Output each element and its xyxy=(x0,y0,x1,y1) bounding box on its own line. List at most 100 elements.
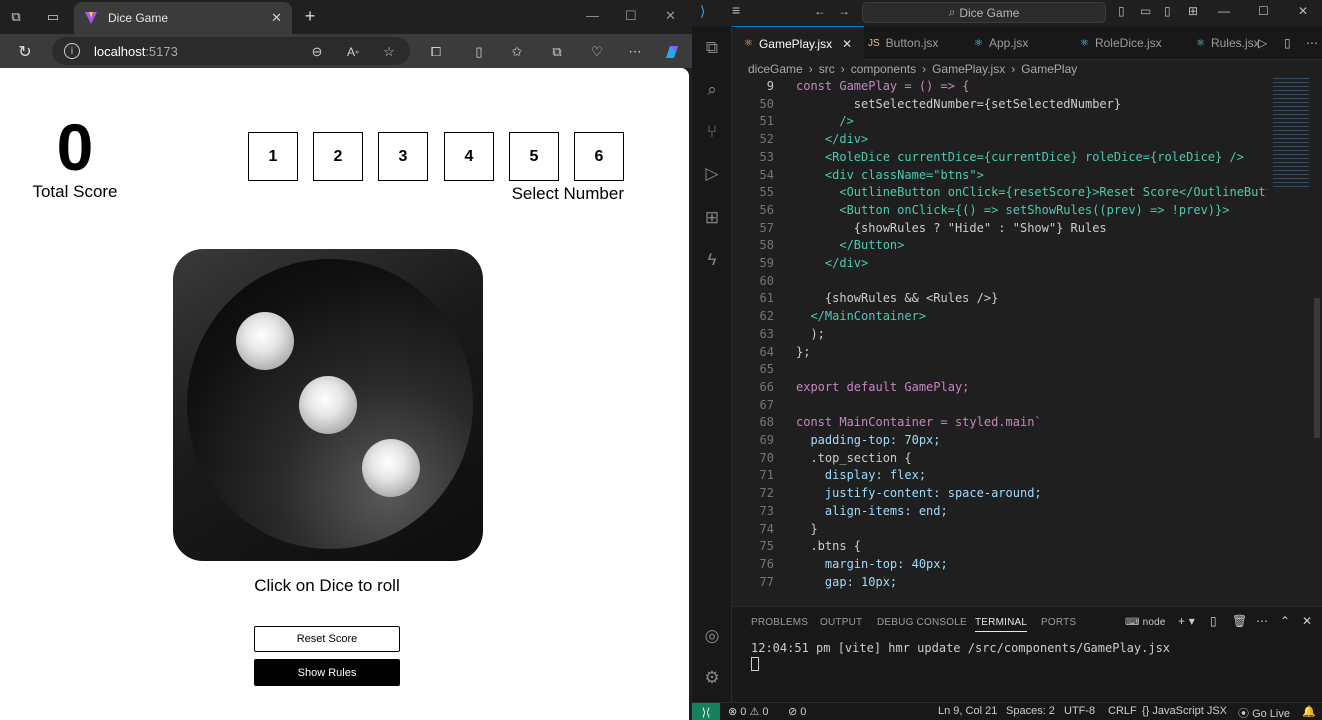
breadcrumb-item[interactable]: src xyxy=(819,62,835,76)
code-line[interactable]: } xyxy=(796,522,817,536)
code-line[interactable]: const GamePlay = () => { xyxy=(796,79,969,93)
workspaces-icon[interactable]: ⧉ xyxy=(7,8,25,26)
run-icon[interactable]: ▷ xyxy=(1258,36,1267,50)
minimap[interactable] xyxy=(1267,78,1322,606)
new-terminal-icon[interactable]: + ▾ xyxy=(1178,614,1195,628)
toggle-secondary-sidebar-icon[interactable]: ▯ xyxy=(1164,4,1171,18)
go-live-button[interactable]: ⦿ Go Live xyxy=(1238,705,1290,720)
customize-layout-icon[interactable]: ⊞ xyxy=(1188,4,1198,18)
more-menu-icon[interactable]: ⋯ xyxy=(626,43,644,61)
code-line[interactable]: gap: 10px; xyxy=(796,575,897,589)
copilot-icon[interactable] xyxy=(663,43,681,61)
panel-tab-debug-console[interactable]: DEBUG CONSOLE xyxy=(877,617,967,628)
panel-more-icon[interactable]: ⋯ xyxy=(1256,614,1268,628)
code-line[interactable]: /> xyxy=(796,114,853,128)
command-center-search[interactable]: ⌕ Dice Game xyxy=(862,2,1106,23)
split-terminal-icon[interactable]: ▯ xyxy=(1210,614,1217,628)
toggle-panel-icon[interactable]: ▭ xyxy=(1140,4,1151,18)
code-line[interactable]: </Button> xyxy=(796,238,904,252)
search-view-icon[interactable]: ⌕ xyxy=(700,78,724,102)
forward-arrow-icon[interactable]: → xyxy=(838,4,850,18)
tab-actions-icon[interactable]: ▭ xyxy=(44,8,62,26)
code-line[interactable]: <div className="btns"> xyxy=(796,168,984,182)
code-line[interactable]: margin-top: 40px; xyxy=(796,557,948,571)
explorer-icon[interactable]: ⧉ xyxy=(700,36,724,60)
number-box-2[interactable]: 2 xyxy=(313,132,363,181)
browser-tab-dice-game[interactable]: Dice Game ✕ xyxy=(74,2,292,34)
source-control-icon[interactable]: ⑂ xyxy=(700,120,724,144)
code-line[interactable]: {showRules ? "Hide" : "Show"} Rules xyxy=(796,221,1107,235)
language-mode[interactable]: {} JavaScript JSX xyxy=(1142,705,1227,717)
split-editor-icon[interactable]: ▯ xyxy=(1284,36,1291,50)
favorites-icon[interactable]: ✩ xyxy=(508,43,526,61)
number-box-3[interactable]: 3 xyxy=(378,132,428,181)
code-line[interactable]: ); xyxy=(796,327,824,341)
code-line[interactable]: .top_section { xyxy=(796,451,911,465)
extensions-view-icon[interactable]: ⊞ xyxy=(700,206,724,230)
number-box-1[interactable]: 1 xyxy=(248,132,298,181)
number-box-4[interactable]: 4 xyxy=(444,132,494,181)
indentation-status[interactable]: Spaces: 2 xyxy=(1006,705,1055,717)
collections-icon[interactable]: ⧉ xyxy=(548,43,566,61)
code-editor[interactable]: 9 const GamePlay = () => {50 setSelectedN… xyxy=(732,78,1307,606)
code-line[interactable]: {showRules && <Rules />} xyxy=(796,291,998,305)
minimize-icon[interactable]: — xyxy=(586,8,599,23)
vscode-maximize-icon[interactable]: ☐ xyxy=(1258,4,1269,18)
more-actions-icon[interactable]: ⋯ xyxy=(1306,36,1318,50)
code-line[interactable]: </MainContainer> xyxy=(796,309,926,323)
refresh-icon[interactable]: ↻ xyxy=(16,43,34,61)
read-aloud-icon[interactable]: A» xyxy=(344,43,362,61)
code-line[interactable]: <OutlineButton onClick={resetScore}>Rese… xyxy=(796,185,1294,199)
manage-gear-icon[interactable]: ⚙ xyxy=(700,666,724,690)
breadcrumb-item[interactable]: diceGame xyxy=(748,62,803,76)
close-window-icon[interactable]: ✕ xyxy=(665,8,676,24)
number-box-5[interactable]: 5 xyxy=(509,132,559,181)
back-arrow-icon[interactable]: ← xyxy=(814,4,826,18)
code-line[interactable]: setSelectedNumber={setSelectedNumber} xyxy=(796,97,1121,111)
panel-tab-terminal[interactable]: TERMINAL xyxy=(975,617,1028,632)
breadcrumb-item[interactable]: GamePlay xyxy=(1021,62,1077,76)
run-debug-icon[interactable]: ▷ xyxy=(700,162,724,186)
code-line[interactable]: padding-top: 70px; xyxy=(796,433,940,447)
extensions-icon[interactable]: ⧠ xyxy=(427,43,445,61)
menu-icon[interactable]: ≡ xyxy=(732,2,740,18)
panel-tab-output[interactable]: OUTPUT xyxy=(820,617,862,628)
number-box-6[interactable]: 6 xyxy=(574,132,624,181)
code-line[interactable]: .btns { xyxy=(796,539,861,553)
code-line[interactable]: <RoleDice currentDice={currentDice} role… xyxy=(796,150,1244,164)
eol-status[interactable]: CRLF xyxy=(1108,705,1137,717)
encoding-status[interactable]: UTF-8 xyxy=(1064,705,1095,717)
close-panel-icon[interactable]: ✕ xyxy=(1302,614,1312,628)
maximize-icon[interactable]: ☐ xyxy=(625,8,637,24)
code-line[interactable]: const MainContainer = styled.main` xyxy=(796,415,1042,429)
split-screen-icon[interactable]: ▯ xyxy=(470,43,488,61)
breadcrumb-item[interactable]: components xyxy=(851,62,916,76)
problems-status[interactable]: ⊗ 0 ⚠ 0 xyxy=(728,705,769,718)
tab-roledice-jsx[interactable]: ⚛ RoleDice.jsx xyxy=(1068,26,1174,60)
show-rules-button[interactable]: Show Rules xyxy=(254,659,400,686)
toggle-sidebar-icon[interactable]: ▯ xyxy=(1118,4,1125,18)
close-tab-icon[interactable]: ✕ xyxy=(842,37,852,51)
code-line[interactable]: </div> xyxy=(796,132,868,146)
browser-essentials-icon[interactable]: ♡ xyxy=(588,43,606,61)
maximize-panel-icon[interactable]: ⌃ xyxy=(1280,614,1290,628)
vscode-close-icon[interactable]: ✕ xyxy=(1298,4,1308,18)
panel-tab-problems[interactable]: PROBLEMS xyxy=(751,617,808,628)
tab-button-jsx[interactable]: JS Button.jsx xyxy=(856,26,950,60)
code-line[interactable]: justify-content: space-around; xyxy=(796,486,1042,500)
remote-indicator-icon[interactable]: ⟩⟨ xyxy=(692,703,720,720)
code-line[interactable]: <Button onClick={() => setShowRules((pre… xyxy=(796,203,1229,217)
breadcrumb-item[interactable]: GamePlay.jsx xyxy=(932,62,1005,76)
panel-tab-ports[interactable]: PORTS xyxy=(1041,617,1076,628)
new-tab-button[interactable]: + xyxy=(300,7,320,27)
kill-terminal-icon[interactable]: 🗑 xyxy=(1232,614,1247,628)
code-line[interactable]: export default GamePlay; xyxy=(796,380,969,394)
account-icon[interactable]: ◎ xyxy=(700,624,724,648)
dice-image[interactable] xyxy=(173,249,483,561)
tab-app-jsx[interactable]: ⚛ App.jsx xyxy=(962,26,1040,60)
site-info-icon[interactable]: i xyxy=(64,43,80,59)
tab-gameplay-jsx[interactable]: ⚛ GamePlay.jsx ✕ xyxy=(732,26,865,60)
code-line[interactable]: </div> xyxy=(796,256,868,270)
code-line[interactable]: align-items: end; xyxy=(796,504,948,518)
ports-status[interactable]: ⊘ 0 xyxy=(788,705,806,718)
